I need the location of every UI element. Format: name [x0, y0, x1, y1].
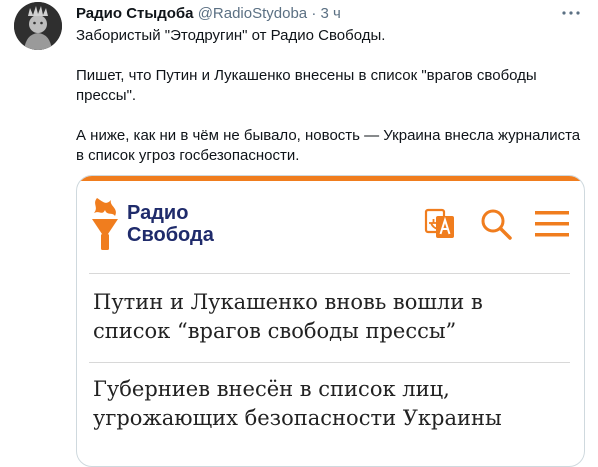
tweet-paragraph: Забористый "Этодругин" от Радио Свободы. [76, 27, 386, 44]
tweet-paragraph: А ниже, как ни в чём не бывало, новость … [76, 127, 581, 164]
header-separator: · [311, 5, 317, 22]
menu-icon[interactable] [534, 206, 570, 242]
headline-link[interactable]: Губерниев внесён в список лиц, угрожающи… [93, 375, 563, 433]
avatar-image [14, 2, 62, 50]
tweet-paragraph: Пишет, что Путин и Лукашенко внесены в с… [76, 67, 537, 104]
divider [89, 273, 570, 274]
search-icon[interactable] [478, 206, 514, 242]
logo-line-1: Радио [127, 202, 189, 224]
torch-icon [92, 198, 118, 250]
headline-link[interactable]: Путин и Лукашенко вновь вошли в список “… [93, 288, 563, 346]
tweet-text: Забористый "Этодругин" от Радио Свободы.… [76, 26, 586, 166]
link-card[interactable]: Радио Свобода Путин и Лукашенко вновь во… [76, 175, 585, 467]
more-icon[interactable] [560, 2, 582, 24]
card-accent-bar [77, 176, 584, 181]
divider [89, 362, 570, 363]
tweet-time[interactable]: 3 ч [321, 5, 341, 22]
logo-line-2: Свобода [127, 224, 214, 246]
author-name[interactable]: Радио Стыдоба [76, 5, 194, 22]
tweet-header: Радио Стыдоба @RadioStydoba · 3 ч [76, 4, 341, 24]
translate-icon[interactable] [422, 206, 458, 242]
avatar[interactable] [14, 2, 62, 50]
author-handle[interactable]: @RadioStydoba [198, 5, 307, 22]
site-logo[interactable]: Радио Свобода [89, 198, 214, 250]
